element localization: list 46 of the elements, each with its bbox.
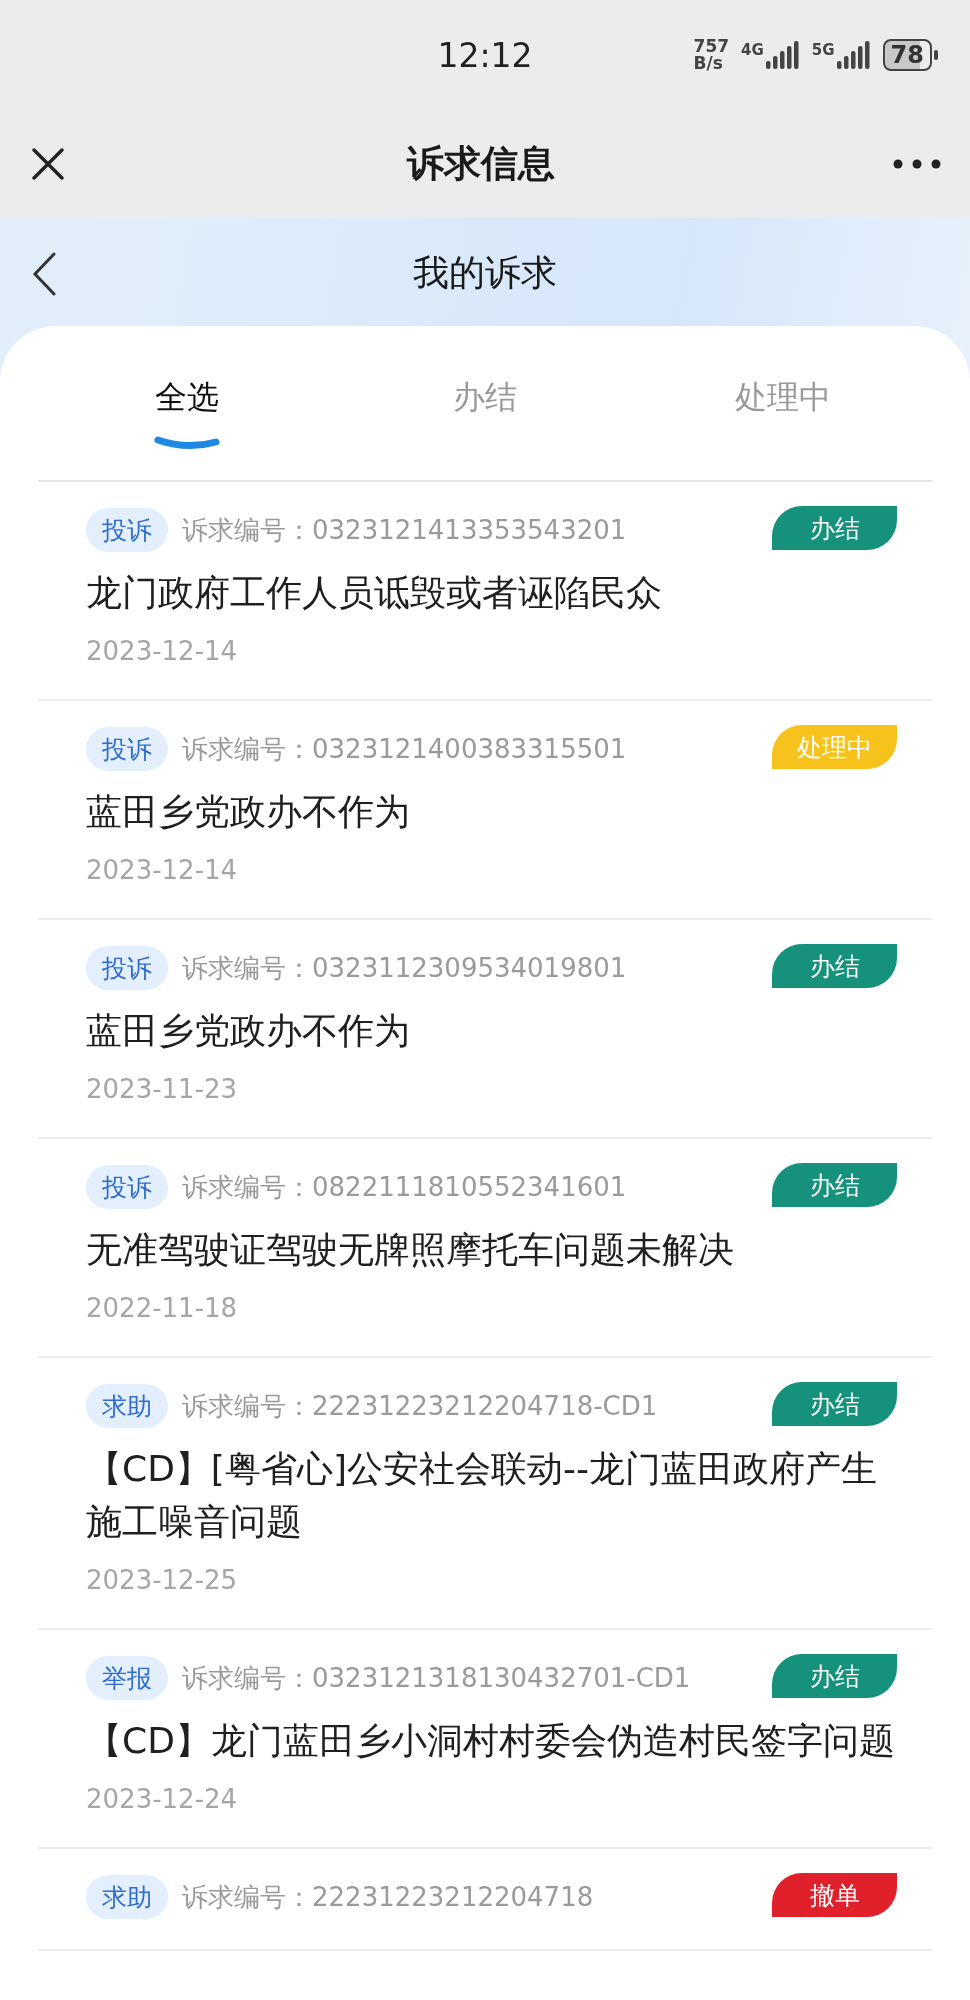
request-title[interactable]: 蓝田乡党政办不作为 (86, 785, 897, 838)
category-tag: 举报 (86, 1656, 168, 1700)
request-date: 2023-12-14 (86, 635, 239, 668)
status-badge: 办结 (772, 506, 897, 550)
request-title[interactable]: 龙门政府工作人员诋毁或者诬陷民众 (86, 566, 897, 619)
signal-icon (836, 41, 871, 69)
underline-icon (154, 434, 220, 450)
network-label: 5G (811, 41, 835, 59)
request-number: 诉求编号：22231223212204718 (182, 1880, 594, 1914)
request-title[interactable]: 【CD】[粤省心]公安社会联动--龙门蓝田政府产生施工噪音问题 (86, 1442, 897, 1548)
network-label: 4G (741, 41, 764, 59)
network-speed: B/s (693, 55, 724, 72)
request-date: 2023-12-14 (86, 854, 239, 887)
request-date: 2022-11-18 (86, 1292, 239, 1325)
status-badge: 办结 (772, 944, 897, 988)
status-badge: 办结 (772, 1654, 897, 1698)
request-date: 2023-11-23 (86, 1073, 239, 1106)
signal-icon (765, 41, 800, 69)
request-number: 诉求编号：22231223212204718-CD1 (182, 1389, 658, 1423)
status-badge: 撤单 (772, 1873, 897, 1917)
clock-time: 12:12 (437, 35, 533, 75)
status-badge: 办结 (772, 1382, 897, 1426)
category-tag: 投诉 (86, 1165, 168, 1209)
request-date: 2023-12-25 (86, 1564, 239, 1597)
request-number: 诉求编号：0323121413353543201 (182, 513, 627, 547)
network-speed: 757 (693, 38, 730, 55)
request-title[interactable]: 无准驾驶证驾驶无牌照摩托车问题未解决 (86, 1223, 897, 1276)
category-tag: 求助 (86, 1384, 168, 1428)
category-tag: 投诉 (86, 508, 168, 552)
request-title[interactable]: 【CD】龙门蓝田乡小洞村村委会伪造村民签字问题 (86, 1714, 897, 1767)
page-title: 诉求信息 (407, 141, 555, 187)
request-number: 诉求编号：0323121400383315501 (182, 732, 627, 766)
request-number: 诉求编号：0323121318130432701-CD1 (182, 1661, 691, 1695)
request-date: 2023-12-24 (86, 1783, 239, 1816)
category-tag: 投诉 (86, 727, 168, 771)
category-tag: 投诉 (86, 946, 168, 990)
status-badge: 办结 (772, 1163, 897, 1207)
request-title[interactable]: 蓝田乡党政办不作为 (86, 1004, 897, 1057)
more-button[interactable] (892, 158, 942, 170)
tab[interactable]: 全选 (38, 326, 336, 480)
header-title: 我的诉求 (413, 250, 557, 295)
request-number: 诉求编号：0323112309534019801 (182, 951, 627, 985)
category-tag: 求助 (86, 1875, 168, 1919)
request-number: 诉求编号：0822111810552341601 (182, 1170, 627, 1204)
back-button[interactable] (30, 251, 58, 297)
status-badge: 处理中 (772, 725, 897, 769)
